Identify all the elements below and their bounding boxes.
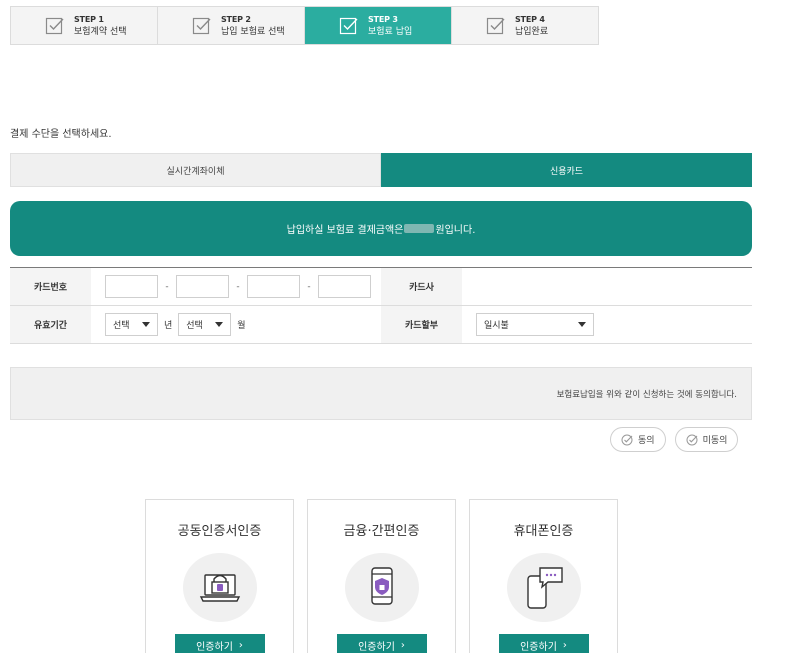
separator: - (236, 281, 240, 292)
chevron-down-icon (142, 322, 150, 327)
step-2: STEP 2 납입 보험료 선택 (158, 7, 305, 44)
separator: - (165, 281, 169, 292)
checkbox-icon (45, 16, 65, 36)
agree-label: 동의 (638, 436, 655, 446)
check-circle-icon (686, 434, 698, 445)
card-number-input-4[interactable] (318, 275, 371, 298)
card-company-value (462, 268, 752, 305)
expiry-label: 유효기간 (10, 306, 91, 343)
payment-amount-banner: 납입하실 보험료 결제금액은 원입니다. (10, 201, 752, 256)
agreement-text: 보험료납입을 위와 같이 신청하는 것에 동의합니다. (556, 389, 737, 400)
payment-method-tabs: 실시간계좌이체 신용카드 (10, 153, 752, 187)
year-unit: 년 (164, 321, 173, 331)
step-3: STEP 3 보험료 납입 (305, 7, 452, 44)
step-1: STEP 1 보험계약 선택 (11, 7, 158, 44)
step-label: 보험계약 선택 (74, 26, 127, 37)
agree-button[interactable]: 동의 (610, 427, 666, 452)
disagree-label: 미동의 (702, 436, 728, 446)
auth-card-mobile: 휴대폰인증 인증하기 › (469, 499, 618, 653)
chevron-down-icon (215, 322, 224, 327)
step-4: STEP 4 납입완료 (452, 7, 598, 44)
auth-button-mobile[interactable]: 인증하기 › (498, 633, 589, 653)
installment-label: 카드할부 (381, 306, 462, 343)
auth-title: 공동인증서인증 (177, 524, 262, 539)
card-number-input-2[interactable] (176, 275, 229, 298)
tab-credit-card[interactable]: 신용카드 (381, 153, 752, 187)
expiry-inputs: 선택 년 선택 월 (91, 306, 381, 343)
checkbox-icon (486, 16, 506, 36)
auth-button-certificate[interactable]: 인증하기 › (174, 633, 265, 653)
installment-value: 일시불 (484, 321, 509, 331)
card-form: 카드번호 - - - 카드사 유효기간 선택 년 선택 월 카드할부 일시불 (10, 267, 752, 344)
auth-card-certificate: 공동인증서인증 인증하기 › (145, 499, 294, 653)
phone-message-icon (506, 553, 581, 622)
step-label: 보험료 납입 (368, 26, 413, 37)
chevron-down-icon (578, 322, 586, 327)
month-unit: 월 (237, 321, 246, 331)
phone-shield-icon (344, 553, 419, 622)
card-company-label: 카드사 (381, 268, 462, 305)
chevron-right-icon: › (562, 640, 567, 652)
step-number: STEP 1 (74, 14, 104, 24)
installment-cell: 일시불 (462, 306, 752, 343)
installment-select[interactable]: 일시불 (476, 313, 594, 336)
auth-button-finance[interactable]: 인증하기 › (336, 633, 427, 653)
tab-realtime-transfer[interactable]: 실시간계좌이체 (10, 153, 381, 187)
payment-instruction: 결제 수단을 선택하세요. (10, 129, 112, 140)
expiry-month-value: 선택 (186, 321, 203, 331)
step-label: 납입 보험료 선택 (221, 26, 285, 37)
agreement-box: 보험료납입을 위와 같이 신청하는 것에 동의합니다. (10, 367, 752, 420)
card-number-label: 카드번호 (10, 268, 91, 305)
laptop-lock-icon (182, 553, 257, 622)
auth-button-label: 인증하기 (520, 642, 557, 653)
auth-card-finance: 금융·간편인증 인증하기 › (307, 499, 456, 653)
check-circle-icon (621, 434, 633, 445)
card-number-inputs: - - - (91, 268, 381, 305)
disagree-button[interactable]: 미동의 (674, 427, 739, 452)
banner-prefix: 납입하실 보험료 결제금액은 (286, 225, 404, 236)
separator: - (307, 281, 311, 292)
expiry-month-select[interactable]: 선택 (178, 313, 232, 336)
step-number: STEP 3 (368, 14, 398, 24)
auth-button-label: 인증하기 (196, 642, 233, 653)
auth-button-label: 인증하기 (358, 642, 395, 653)
agreement-buttons: 동의 미동의 (610, 427, 739, 452)
checkbox-icon (192, 16, 212, 36)
expiry-year-value: 선택 (113, 321, 130, 331)
banner-suffix: 원입니다. (435, 225, 476, 236)
auth-title: 금융·간편인증 (343, 524, 420, 539)
step-indicator: STEP 1 보험계약 선택 STEP 2 납입 보험료 선택 STEP 3 보… (10, 6, 599, 45)
step-label: 납입완료 (515, 26, 549, 37)
chevron-right-icon: › (400, 640, 405, 652)
card-number-input-1[interactable] (105, 275, 158, 298)
auth-title: 휴대폰인증 (513, 524, 574, 539)
masked-amount (404, 224, 435, 233)
chevron-right-icon: › (238, 640, 243, 652)
card-number-input-3[interactable] (247, 275, 300, 298)
step-number: STEP 2 (221, 14, 251, 24)
checkbox-icon (339, 16, 359, 36)
form-row-expiry: 유효기간 선택 년 선택 월 카드할부 일시불 (10, 306, 752, 344)
expiry-year-select[interactable]: 선택 (105, 313, 158, 336)
step-number: STEP 4 (515, 14, 545, 24)
form-row-card-number: 카드번호 - - - 카드사 (10, 268, 752, 306)
